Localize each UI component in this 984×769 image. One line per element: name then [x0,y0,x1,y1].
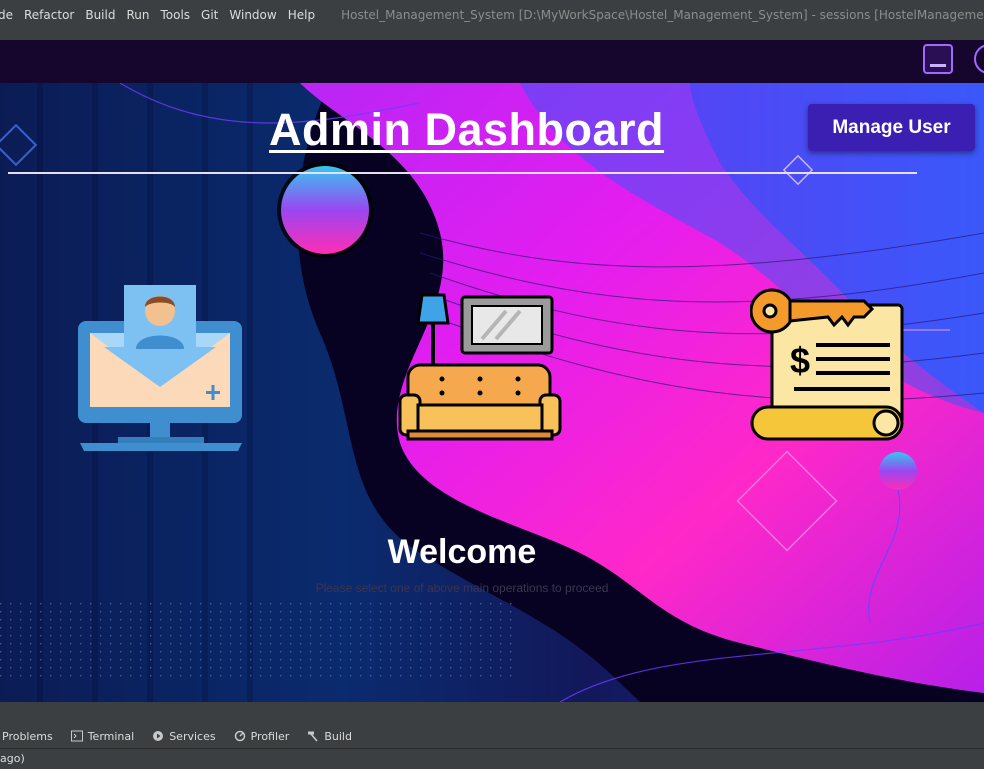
ide-toolbar-strip [0,30,984,40]
manage-user-button[interactable]: Manage User [808,104,975,151]
menu-run[interactable]: Run [121,8,155,22]
sofa-tv-icon [398,293,562,441]
key-document-icon: $ [749,288,904,441]
hammer-icon [308,731,318,742]
dashboard-panel: Admin Dashboard Manage User $ Welcome Pl… [0,83,984,702]
menu-code[interactable]: de [0,8,19,22]
tool-window-bar [0,702,984,724]
bottom-tool-tabs: Problems Terminal Services Profiler Buil… [0,724,984,748]
tab-build[interactable]: Build [307,730,352,743]
app-frame-titlebar [0,40,984,83]
welcome-heading: Welcome [387,533,537,571]
ide-status-bar: ago) [0,748,984,769]
menu-build[interactable]: Build [80,8,121,22]
menu-help[interactable]: Help [283,8,321,22]
menu-window[interactable]: Window [224,8,282,22]
tab-profiler-label: Profiler [250,729,290,743]
menu-git[interactable]: Git [196,8,224,22]
ide-menubar: de Refactor Build Run Tools Git Window H… [0,0,984,30]
tile-key-payment[interactable]: $ [749,287,910,443]
status-text: ago) [0,752,25,765]
ide-window-title: Hostel_Management_System [D:\MyWorkSpace… [341,8,984,22]
tile-register-student[interactable] [78,285,244,455]
menu-refactor[interactable]: Refactor [19,8,80,22]
svg-text:$: $ [790,340,810,381]
terminal-icon [70,730,83,742]
tab-problems[interactable]: Problems [2,730,53,743]
computer-user-add-icon [78,285,242,451]
profiler-icon [234,730,245,742]
menu-tools[interactable]: Tools [155,8,196,22]
services-icon [153,731,164,741]
page-title: Admin Dashboard [269,104,665,155]
tab-services[interactable]: Services [152,729,216,743]
title-divider [8,172,917,174]
tab-profiler[interactable]: Profiler [234,729,290,743]
tab-terminal-label: Terminal [87,729,135,743]
tab-terminal[interactable]: Terminal [70,729,135,743]
tile-room-management[interactable] [398,293,564,445]
tab-services-label: Services [169,729,216,743]
tab-build-label: Build [324,729,352,743]
tab-problems-label: Problems [2,729,53,743]
minimize-button[interactable] [923,44,953,74]
welcome-subtitle: Please select one of above main operatio… [315,581,609,595]
